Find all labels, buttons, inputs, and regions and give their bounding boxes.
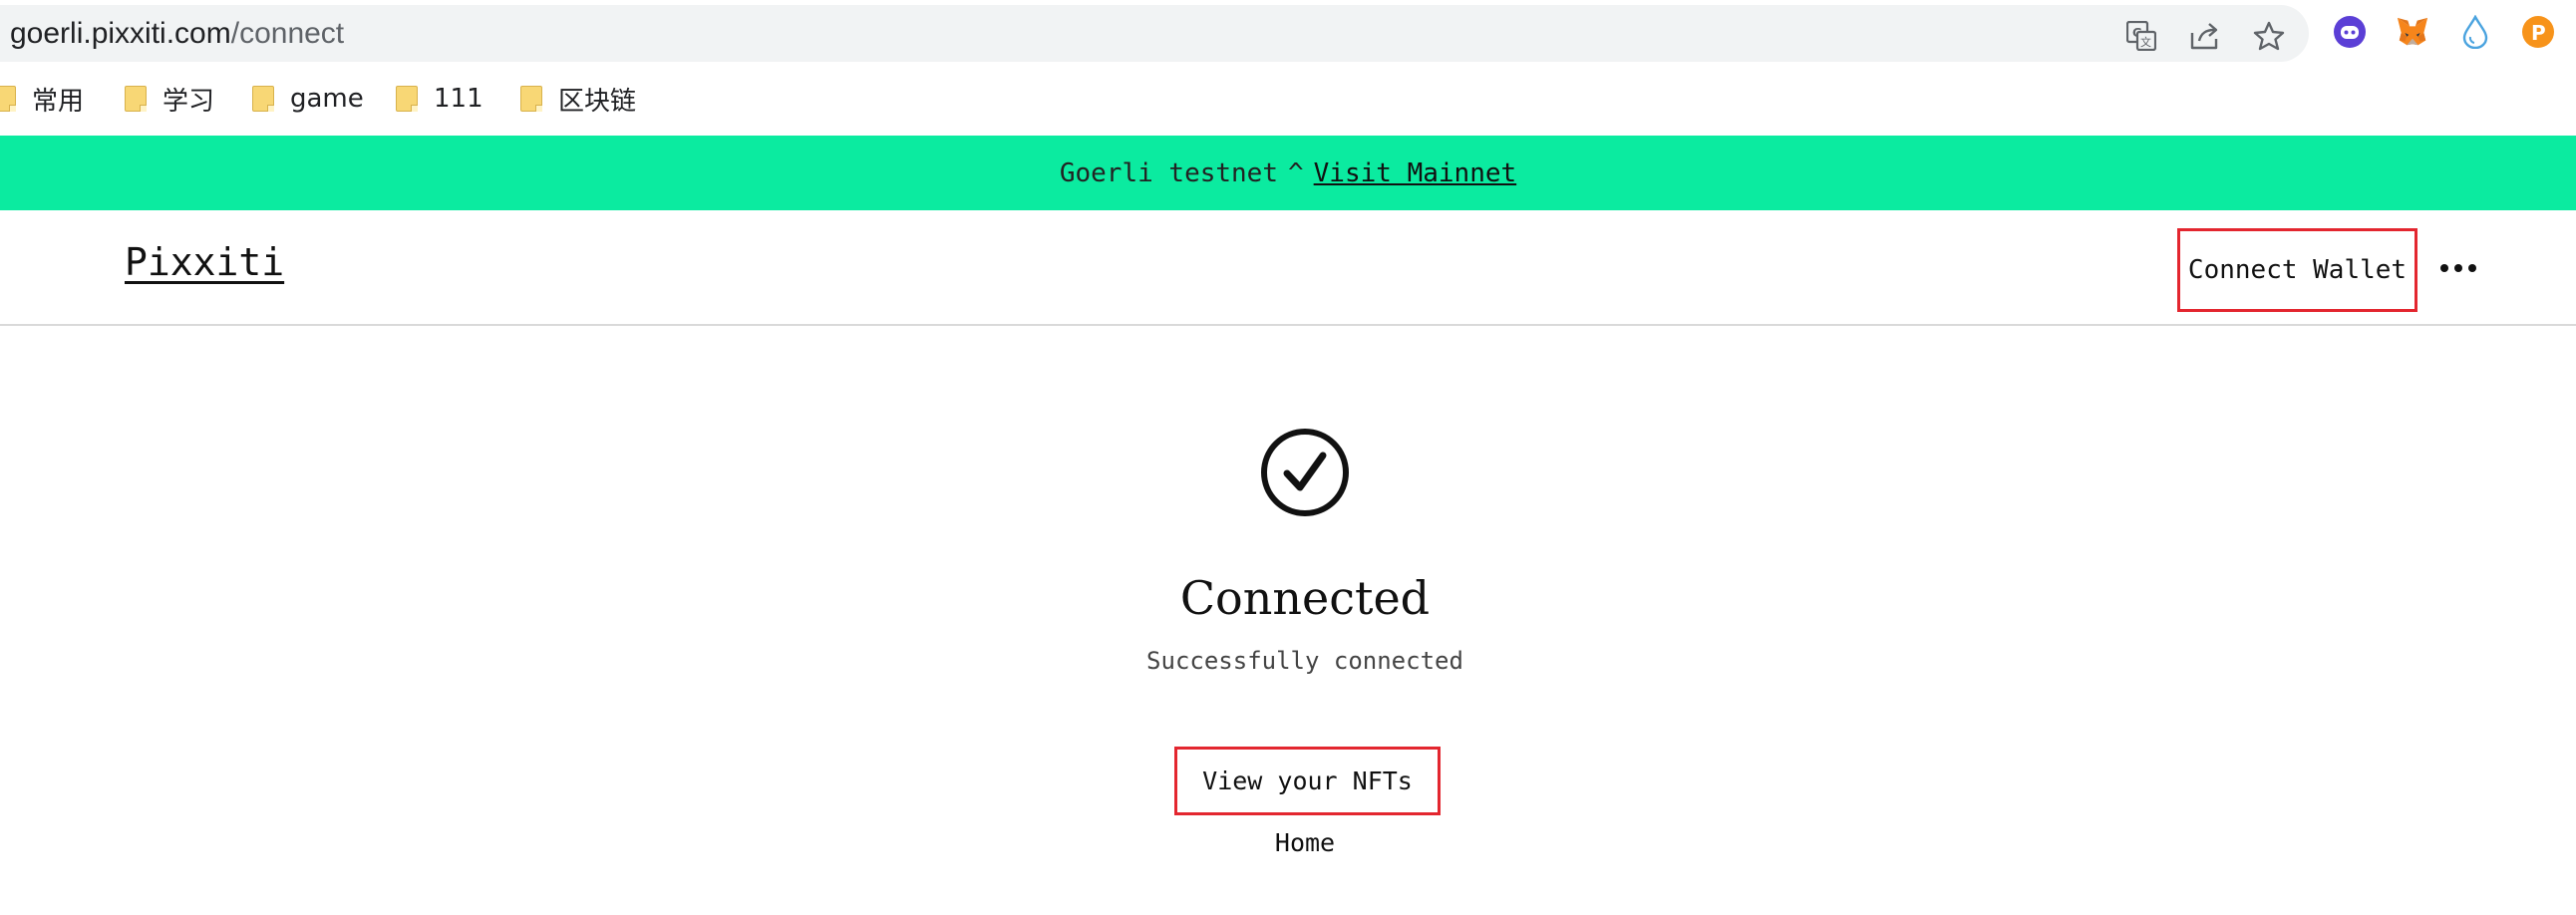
site-logo[interactable]: Pixxiti <box>125 240 284 284</box>
url-path: /connect <box>230 17 345 50</box>
svg-text:文: 文 <box>2140 35 2151 49</box>
orange-p-extension-icon[interactable]: P <box>2521 15 2555 49</box>
url-host: goerli.pixxiti.com <box>10 17 231 50</box>
view-nfts-button[interactable]: View your NFTs <box>1174 747 1441 815</box>
testnet-banner: Goerli testnet ^ Visit Mainnet <box>0 136 2576 210</box>
bookmark-label: 区块链 <box>558 86 637 117</box>
home-link[interactable]: Home <box>0 828 2576 857</box>
bookmark-folder-2[interactable]: 学习 <box>125 82 215 117</box>
bookmark-star-icon[interactable] <box>2252 19 2286 53</box>
svg-text:P: P <box>2531 21 2546 45</box>
bookmark-label: 常用 <box>32 86 85 117</box>
bookmark-folder-1[interactable]: 常用 <box>0 82 85 117</box>
connect-status-panel: Connected Successfully connected View yo… <box>0 326 2576 915</box>
url-text[interactable]: goerli.pixxiti.com/connect <box>10 5 344 62</box>
bookmark-folder-3[interactable]: game <box>252 82 364 116</box>
check-circle-icon <box>1260 428 1350 517</box>
bookmark-folder-4[interactable]: 111 <box>396 82 483 116</box>
bookmark-label: game <box>290 84 364 114</box>
chatbot-extension-icon[interactable] <box>2333 15 2367 49</box>
share-icon[interactable] <box>2188 19 2222 53</box>
bookmark-folder-5[interactable]: 区块链 <box>520 82 637 117</box>
status-title: Connected <box>1179 571 1431 625</box>
banner-separator: ^ <box>1288 157 1304 188</box>
folder-icon <box>0 86 16 112</box>
folder-icon <box>125 86 147 112</box>
folder-icon <box>252 86 274 112</box>
bookmark-label: 111 <box>434 84 483 114</box>
folder-icon <box>396 86 418 112</box>
folder-icon <box>520 86 542 112</box>
more-horizontal-icon[interactable] <box>2435 248 2481 288</box>
connect-wallet-button[interactable]: Connect Wallet <box>2177 228 2417 312</box>
visit-mainnet-link[interactable]: Visit Mainnet <box>1314 158 1517 188</box>
status-subtitle: Successfully connected <box>1146 647 1463 675</box>
address-bar[interactable]: goerli.pixxiti.com/connect G 文 <box>0 5 2309 62</box>
bookmarks-bar: 常用 学习 game 111 区块链 <box>0 70 2576 128</box>
metamask-fox-icon[interactable] <box>2396 15 2429 49</box>
translate-icon[interactable]: G 文 <box>2124 19 2158 53</box>
site-header: Pixxiti Connect Wallet <box>0 210 2576 326</box>
bookmark-label: 学习 <box>162 86 215 117</box>
water-drop-extension-icon[interactable] <box>2458 15 2492 49</box>
network-label: Goerli testnet <box>1059 157 1278 188</box>
